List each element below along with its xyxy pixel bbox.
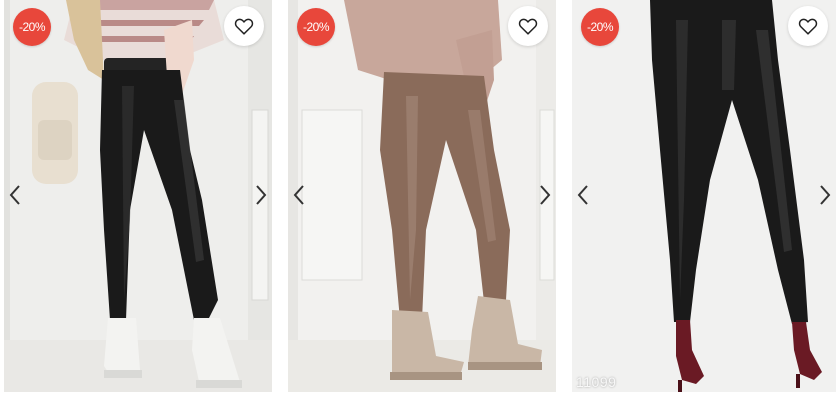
heart-outline-icon — [518, 18, 538, 35]
discount-badge: -20% — [297, 8, 335, 46]
heart-outline-icon — [798, 18, 818, 35]
product-grid: -20% -20% -20% 11099 — [0, 0, 836, 400]
carousel-prev-button[interactable] — [572, 180, 594, 210]
product-photo[interactable] — [4, 0, 272, 392]
product-photo[interactable] — [572, 0, 836, 392]
carousel-next-button[interactable] — [814, 180, 836, 210]
sku-watermark: 11099 — [576, 374, 617, 390]
chevron-left-icon — [577, 185, 588, 205]
chevron-right-icon — [820, 185, 831, 205]
discount-badge: -20% — [13, 8, 51, 46]
favorite-button[interactable] — [508, 6, 548, 46]
chevron-left-icon — [293, 185, 304, 205]
chevron-right-icon — [256, 185, 267, 205]
carousel-prev-button[interactable] — [288, 180, 310, 210]
carousel-prev-button[interactable] — [4, 180, 26, 210]
product-card[interactable]: -20% — [4, 0, 272, 392]
chevron-right-icon — [540, 185, 551, 205]
carousel-next-button[interactable] — [534, 180, 556, 210]
product-card[interactable]: -20% 11099 — [572, 0, 836, 392]
product-photo[interactable] — [288, 0, 556, 392]
discount-badge: -20% — [581, 8, 619, 46]
heart-outline-icon — [234, 18, 254, 35]
favorite-button[interactable] — [788, 6, 828, 46]
carousel-next-button[interactable] — [250, 180, 272, 210]
favorite-button[interactable] — [224, 6, 264, 46]
product-card[interactable]: -20% — [288, 0, 556, 392]
chevron-left-icon — [9, 185, 20, 205]
